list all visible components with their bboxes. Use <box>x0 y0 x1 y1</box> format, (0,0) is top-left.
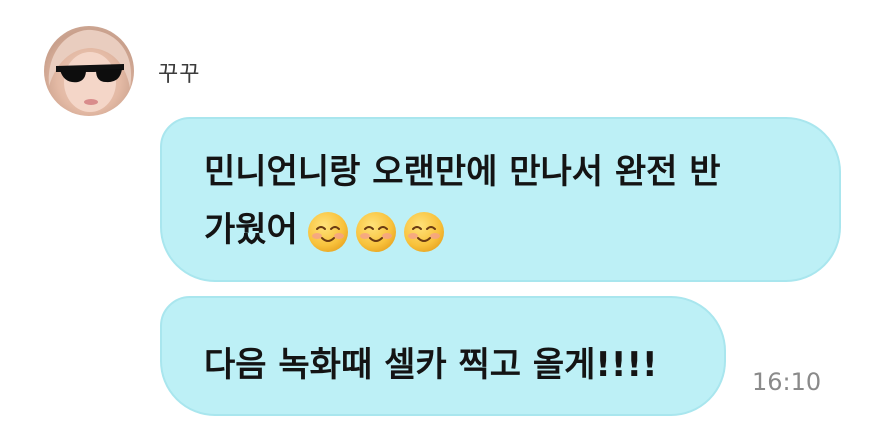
message-bubble[interactable]: 민니언니랑 오랜만에 만나서 완전 반 가웠어 <box>160 117 841 282</box>
smiling-face-icon <box>403 211 444 252</box>
chat-view: 꾸꾸 민니언니랑 오랜만에 만나서 완전 반 가웠어 다음 녹화때 셀카 찍고 … <box>0 0 895 443</box>
message-text: 민니언니랑 오랜만에 만나서 완전 반 가웠어 <box>204 143 807 259</box>
message-text: 다음 녹화때 셀카 찍고 올게!!!! <box>204 345 658 385</box>
emoji-group <box>306 210 446 254</box>
message-bubble[interactable]: 다음 녹화때 셀카 찍고 올게!!!! <box>160 296 726 416</box>
avatar[interactable] <box>44 26 134 116</box>
avatar-image <box>48 29 132 112</box>
message-line: 가웠어 <box>204 210 298 250</box>
message-timestamp: 16:10 <box>752 368 822 396</box>
sender-name: 꾸꾸 <box>158 62 201 87</box>
smiling-face-icon <box>355 211 396 252</box>
message-line: 민니언니랑 오랜만에 만나서 완전 반 <box>204 152 721 192</box>
smiling-face-icon <box>307 211 348 252</box>
